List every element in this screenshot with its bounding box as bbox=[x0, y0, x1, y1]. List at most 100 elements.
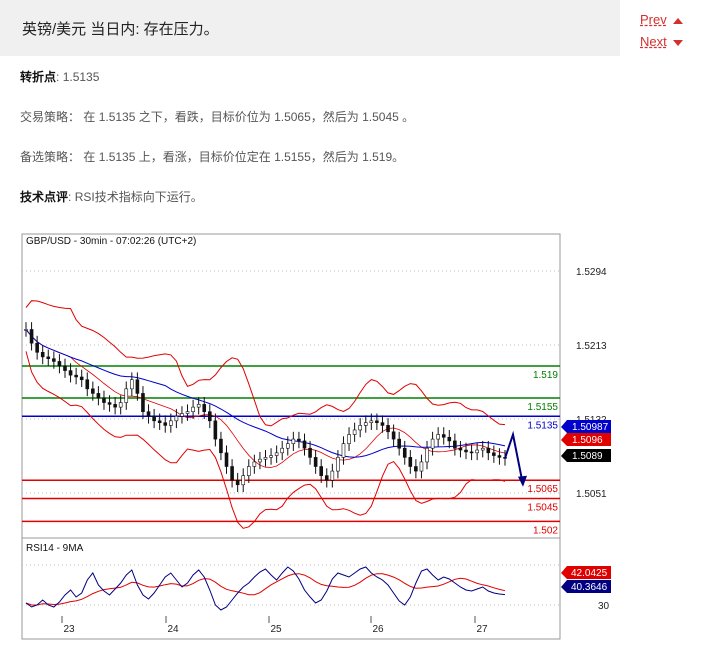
price-candle bbox=[85, 379, 90, 390]
pivot-value: 1.5135 bbox=[62, 70, 100, 84]
y-tick-label: 1.5294 bbox=[576, 267, 607, 278]
price-candle bbox=[341, 443, 346, 458]
price-candle bbox=[52, 358, 56, 362]
x-tick-label: 24 bbox=[167, 624, 179, 635]
price-candle bbox=[358, 425, 362, 431]
price-candle bbox=[163, 422, 168, 426]
price-candle bbox=[269, 455, 273, 458]
alternative-text: 在 1.5135 上，看涨，目标价位定在 1.5155，然后为 1.519。 bbox=[83, 150, 405, 164]
price-candle bbox=[492, 452, 496, 456]
x-tick-label: 26 bbox=[372, 624, 384, 635]
price-tag-pointer bbox=[561, 433, 567, 446]
price-candle bbox=[447, 436, 452, 442]
chart-frame bbox=[21, 233, 561, 640]
pivot-row: 转折点: 1.5135 bbox=[20, 68, 99, 85]
price-candle bbox=[191, 406, 195, 412]
price-candle bbox=[102, 397, 106, 403]
price-candle bbox=[308, 447, 312, 458]
price-candle bbox=[68, 370, 73, 376]
prev-link[interactable]: Prev bbox=[640, 12, 683, 27]
rsi-tag-label: 42.0425 bbox=[571, 568, 608, 579]
price-candle bbox=[196, 404, 201, 408]
price-candle bbox=[386, 425, 390, 433]
price-candle bbox=[24, 329, 28, 331]
price-candle bbox=[313, 457, 318, 467]
level-label: 1.5045 bbox=[527, 502, 558, 513]
x-tick-label: 27 bbox=[476, 624, 488, 635]
pivot-sep: : bbox=[56, 70, 63, 84]
price-candle bbox=[480, 447, 485, 451]
price-candle bbox=[180, 413, 184, 417]
price-candle bbox=[96, 393, 101, 399]
level-label: 1.502 bbox=[533, 525, 558, 536]
comment-sep: : bbox=[68, 190, 75, 204]
price-candle bbox=[436, 434, 440, 440]
level-label: 1.5155 bbox=[527, 402, 558, 413]
rsi-y-tick-label: 30 bbox=[598, 601, 610, 612]
price-candle bbox=[330, 470, 335, 481]
strategy-sep: ： bbox=[68, 110, 84, 124]
price-tag-pointer bbox=[561, 449, 567, 462]
price-candle bbox=[375, 420, 379, 423]
rsi-title: RSI14 - 9MA bbox=[26, 543, 84, 554]
price-candle bbox=[91, 388, 95, 394]
price-candle bbox=[453, 440, 457, 449]
strategy-row: 交易策略： 在 1.5135 之下，看跌，目标价位为 1.5065，然后为 1.… bbox=[20, 108, 414, 125]
price-candle bbox=[274, 452, 279, 456]
rsi-tag-label: 40.3646 bbox=[571, 582, 608, 593]
price-candle bbox=[302, 440, 307, 449]
price-candle bbox=[336, 457, 340, 472]
strategy-text: 在 1.5135 之下，看跌，目标价位为 1.5065，然后为 1.5045 。 bbox=[83, 110, 415, 124]
price-candle bbox=[414, 466, 418, 472]
price-candle bbox=[464, 449, 468, 453]
price-candle bbox=[29, 329, 34, 344]
price-candle bbox=[230, 466, 234, 481]
chart-title: GBP/USD - 30min - 07:02:26 (UTC+2) bbox=[26, 236, 196, 247]
price-candle bbox=[213, 420, 218, 440]
comment-text: RSI技术指标向下运行。 bbox=[74, 190, 203, 204]
price-candle bbox=[369, 420, 374, 423]
price-candle bbox=[107, 402, 112, 405]
price-candle bbox=[235, 479, 240, 486]
price-candle bbox=[408, 457, 413, 467]
price-candle bbox=[208, 411, 212, 422]
price-candle bbox=[157, 420, 162, 423]
y-tick-label: 1.5051 bbox=[576, 489, 607, 500]
price-candle bbox=[57, 361, 62, 367]
price-candle bbox=[352, 429, 357, 435]
y-tick-label: 1.5213 bbox=[576, 341, 607, 352]
price-chart: GBP/USD - 30min - 07:02:26 (UTC+2) RSI14… bbox=[21, 233, 611, 640]
price-candle bbox=[469, 451, 474, 454]
price-tag-label: 1.5096 bbox=[572, 435, 603, 446]
next-link[interactable]: Next bbox=[640, 34, 683, 49]
price-candle bbox=[252, 461, 257, 467]
price-candle bbox=[146, 411, 151, 417]
price-candle bbox=[246, 466, 251, 476]
price-candle bbox=[130, 379, 134, 390]
arrow-down-icon bbox=[672, 39, 683, 46]
price-candle bbox=[40, 352, 45, 358]
rsi-tag-pointer bbox=[561, 580, 567, 593]
level-label: 1.519 bbox=[533, 370, 558, 381]
price-candle bbox=[291, 438, 296, 444]
price-candle bbox=[497, 455, 502, 458]
price-tag-pointer bbox=[561, 420, 567, 433]
x-tick-label: 25 bbox=[270, 624, 282, 635]
price-candle bbox=[425, 447, 429, 463]
price-candle bbox=[202, 404, 207, 412]
price-candle bbox=[430, 438, 435, 449]
price-candle bbox=[486, 447, 491, 454]
arrow-up-icon bbox=[672, 17, 683, 24]
price-candle bbox=[224, 452, 229, 467]
price-candle bbox=[74, 374, 78, 378]
price-candle bbox=[347, 434, 351, 444]
price-candle bbox=[79, 376, 84, 381]
header-bar: 英镑/美元 当日内: 存在压力。 bbox=[0, 0, 620, 56]
price-candle bbox=[285, 443, 290, 449]
price-candle bbox=[185, 411, 190, 414]
next-label: Next bbox=[640, 34, 667, 49]
price-candle bbox=[258, 458, 262, 463]
price-candle bbox=[263, 457, 268, 460]
price-candle bbox=[363, 422, 368, 426]
level-label: 1.5065 bbox=[527, 484, 558, 495]
